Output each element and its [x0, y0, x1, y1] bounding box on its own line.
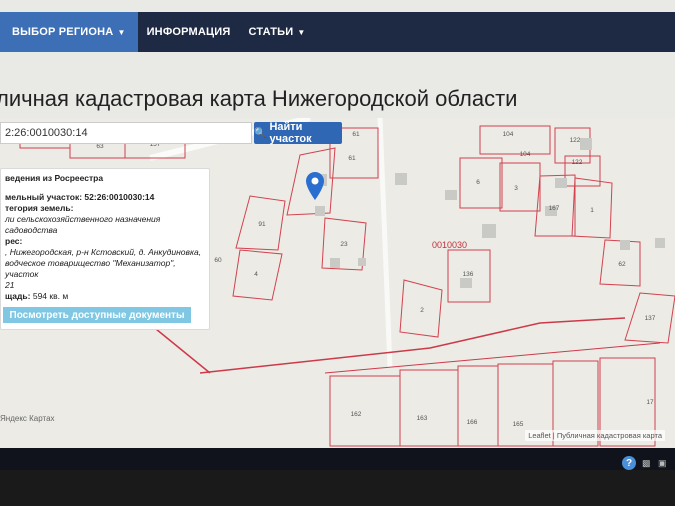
- area-value: 594 кв. м: [32, 291, 69, 301]
- parcel-label: 1: [590, 207, 594, 214]
- chevron-down-icon: ▼: [117, 27, 126, 37]
- window-icon[interactable]: ▣: [658, 459, 670, 468]
- area-label: щадь:: [5, 291, 31, 301]
- category-value: ли сельскохозяйственного назначения: [5, 214, 161, 224]
- parcel-label: 2: [420, 307, 424, 314]
- nav-articles[interactable]: СТАТЬИ ▼: [240, 12, 315, 52]
- help-icon[interactable]: ?: [622, 456, 636, 470]
- nav-region-label: ВЫБОР РЕГИОНА: [12, 26, 114, 38]
- nav-articles-label: СТАТЬИ: [248, 26, 294, 38]
- parcel-label: 136: [463, 271, 474, 278]
- parcel-label: 162: [351, 411, 362, 418]
- nav-region-select[interactable]: ВЫБОР РЕГИОНА ▼: [0, 12, 138, 52]
- map-marker-icon[interactable]: [306, 172, 324, 200]
- top-navigation: ВЫБОР РЕГИОНА ▼ ИНФОРМАЦИЯ СТАТЬИ ▼: [0, 12, 675, 52]
- parcel-label: 61: [348, 155, 356, 162]
- parcel-label: 91: [258, 221, 266, 228]
- map-attribution-left: Яндекс Картах: [0, 414, 55, 423]
- address-label: рес:: [5, 236, 23, 246]
- parcel-label: 23: [340, 241, 348, 248]
- parcel-label: 165: [513, 421, 524, 428]
- page-title: личная кадастровая карта Нижегородской о…: [0, 86, 518, 111]
- monitor-icon[interactable]: ▩: [642, 459, 654, 468]
- rosreestr-info-panel: ведения из Росреестра мельный участок: 5…: [0, 168, 210, 330]
- parcel-label: 122: [570, 137, 581, 144]
- address-line: 21: [5, 280, 15, 290]
- parcel-label: 61: [352, 131, 360, 138]
- block-label: 0010030: [432, 240, 467, 250]
- find-plot-button[interactable]: 🔍 Найти участок: [254, 121, 342, 145]
- nav-info[interactable]: ИНФОРМАЦИЯ: [138, 12, 240, 52]
- parcel-label: 104: [520, 151, 531, 158]
- parcel-label: 122: [572, 159, 583, 166]
- category-value: садоводства: [5, 225, 58, 235]
- parcel-label: 163: [417, 415, 428, 422]
- parcel-label: 6: [476, 179, 480, 186]
- category-label: тегория земель:: [5, 203, 74, 213]
- address-line: , Нижегородская, р-н Кстовский, д. Анкуд…: [5, 247, 202, 257]
- nav-info-label: ИНФОРМАЦИЯ: [146, 26, 231, 38]
- info-heading: ведения из Росреестра: [5, 173, 104, 183]
- parcel-label: 4: [254, 271, 258, 278]
- view-documents-button[interactable]: Посмотреть доступные документы: [3, 307, 191, 323]
- address-line: водческое товарищество "Механизатор", уч…: [5, 258, 176, 279]
- browser-viewport: ВЫБОР РЕГИОНА ▼ ИНФОРМАЦИЯ СТАТЬИ ▼ личн…: [0, 0, 675, 470]
- area-line: щадь: 594 кв. м: [5, 291, 209, 302]
- parcel-label: 166: [467, 419, 478, 426]
- os-taskbar: [0, 448, 675, 470]
- cadastral-number-input[interactable]: [0, 122, 252, 144]
- chevron-down-icon: ▼: [297, 27, 306, 37]
- plot-number-line: мельный участок: 52:26:0010030:14: [5, 192, 155, 202]
- map-attribution-right: Leaflet | Публичная кадастровая карта: [525, 430, 665, 441]
- parcel-label: 104: [503, 131, 514, 138]
- parcel-label: 3: [514, 185, 518, 192]
- parcel-label: 62: [618, 261, 626, 268]
- find-plot-label: Найти участок: [269, 121, 312, 145]
- parcel-label: 167: [549, 205, 560, 212]
- parcel-label: 17: [646, 399, 654, 406]
- parcel-label: 60: [214, 257, 222, 264]
- parcel-label: 63: [96, 143, 104, 150]
- parcel-label: 137: [645, 315, 656, 322]
- search-icon: 🔍: [254, 127, 267, 139]
